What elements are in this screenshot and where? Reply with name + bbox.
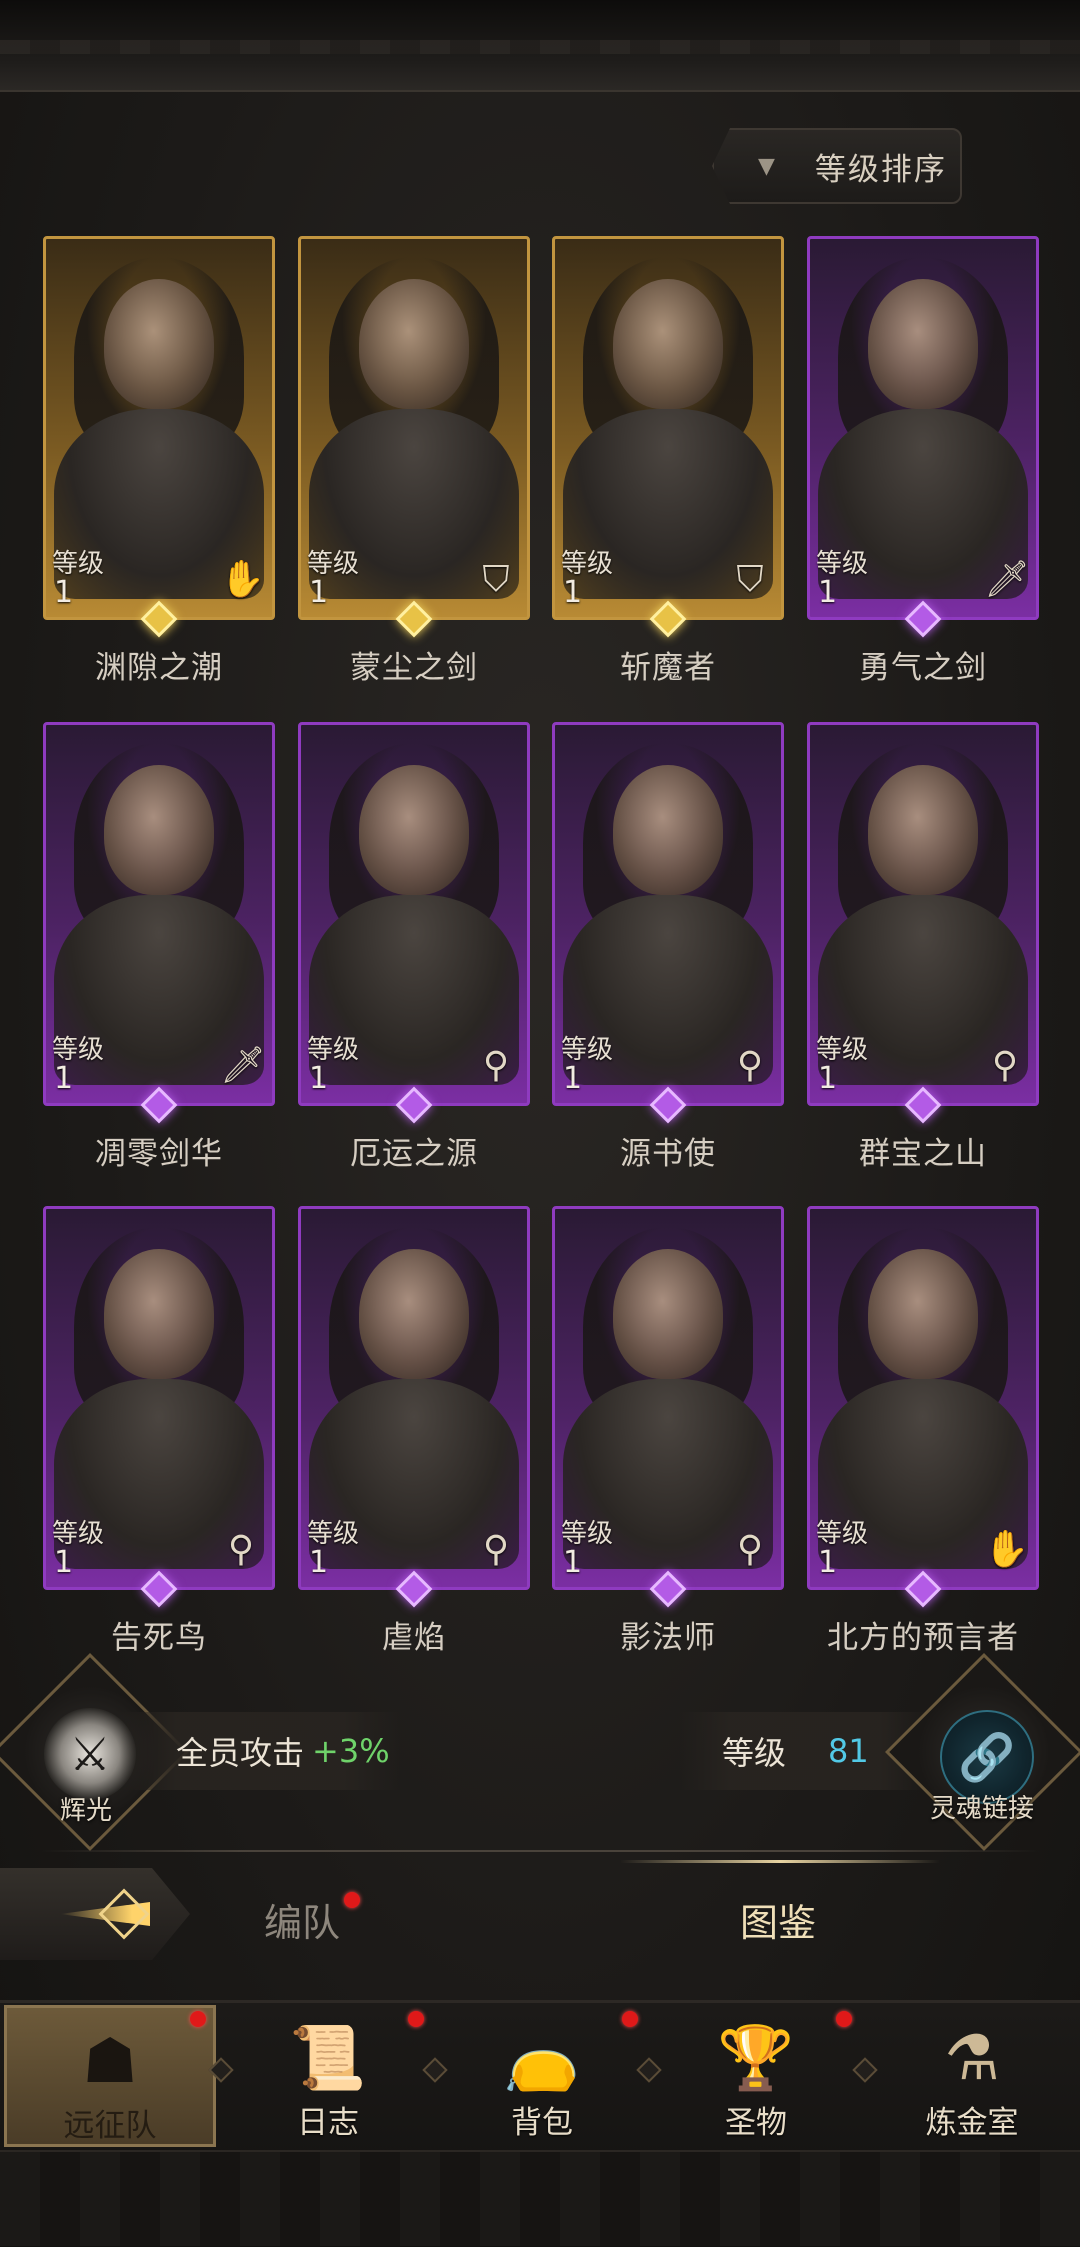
sword-icon: 🗡 xyxy=(220,1045,266,1086)
back-button[interactable] xyxy=(0,1868,190,1960)
soul-level-label: 等级 xyxy=(722,1734,787,1772)
nav-item[interactable]: 📜 日志 xyxy=(222,2005,434,2147)
bag-icon: 👝 xyxy=(503,2021,581,2094)
radiance-label: 辉光 xyxy=(60,1796,113,1826)
hero-name: 北方的预言者 xyxy=(827,1620,1019,1656)
hero-name: 影法师 xyxy=(620,1620,716,1656)
hero-card[interactable]: 等级 1 ⛉ xyxy=(552,236,784,620)
hero-grid: 等级 1 ✋ 渊隙之潮 等级 1 ⛉ 蒙尘之剑 等级 1 ⛉ 斩魔者 等级 1 🗡 勇气之剑 等级 1 🗡 凋零剑华等… xyxy=(0,0,1080,1700)
helmet-icon: ☗ xyxy=(82,2024,138,2097)
hero-level-value: 1 xyxy=(54,575,74,610)
alchemy-icon: ⚗ xyxy=(944,2021,1000,2094)
hero-level-value: 1 xyxy=(309,1061,329,1096)
hero-name: 厄运之源 xyxy=(350,1136,478,1172)
hero-level-value: 1 xyxy=(563,1061,583,1096)
nav-badge xyxy=(836,2011,852,2027)
hero-level-value: 1 xyxy=(54,1061,74,1096)
hero-level-value: 1 xyxy=(818,1545,838,1580)
soul-level-value: 81 xyxy=(828,1732,869,1770)
hero-card[interactable]: 等级 1 ⚲ xyxy=(298,1206,530,1590)
staff-icon: ⚲ xyxy=(482,1045,510,1086)
nav-label: 日志 xyxy=(297,2105,359,2141)
staff-icon: ⚲ xyxy=(482,1529,510,1570)
tab-formation[interactable]: 编队 xyxy=(264,1892,340,1947)
formation-badge xyxy=(344,1892,360,1908)
nav-item[interactable]: ☗ 远征队 xyxy=(4,2005,216,2147)
hero-level-value: 1 xyxy=(563,1545,583,1580)
bonus-text: 全员攻击 xyxy=(176,1734,305,1772)
nav-badge xyxy=(190,2011,206,2027)
active-tab-indicator xyxy=(620,1860,940,1863)
divider xyxy=(40,1850,1040,1852)
team-attack-bonus: 全员攻击 +3% xyxy=(120,1712,400,1790)
hero-name: 告死鸟 xyxy=(111,1620,207,1656)
staff-icon: ⚲ xyxy=(736,1045,764,1086)
nav-item[interactable]: 🏆 圣物 xyxy=(650,2005,862,2147)
hero-card[interactable]: 等级 1 ⚲ xyxy=(552,1206,784,1590)
sword-icon: 🗡 xyxy=(984,559,1030,600)
nav-item[interactable]: ⚗ 炼金室 xyxy=(866,2005,1078,2147)
hand-icon: ✋ xyxy=(984,1529,1029,1570)
tab-codex[interactable]: 图鉴 xyxy=(740,1892,816,1947)
hero-name: 凋零剑华 xyxy=(95,1136,223,1172)
staff-icon: ⚲ xyxy=(227,1529,255,1570)
bonus-value: +3% xyxy=(312,1732,390,1770)
hand-icon: ✋ xyxy=(220,559,265,600)
hero-level-value: 1 xyxy=(54,1545,74,1580)
hero-card[interactable]: 等级 1 ✋ xyxy=(807,1206,1039,1590)
nav-label: 炼金室 xyxy=(925,2105,1019,2141)
shield-icon: ⛉ xyxy=(482,559,510,600)
hero-card[interactable]: 等级 1 🗡 xyxy=(807,236,1039,620)
hero-card[interactable]: 等级 1 ⚲ xyxy=(43,1206,275,1590)
hero-card[interactable]: 等级 1 ✋ xyxy=(43,236,275,620)
hero-card[interactable]: 等级 1 🗡 xyxy=(43,722,275,1106)
diamond-icon xyxy=(98,1888,150,1940)
hero-level-value: 1 xyxy=(818,1061,838,1096)
hero-level-value: 1 xyxy=(309,575,329,610)
chalice-icon: 🏆 xyxy=(717,2021,795,2094)
hero-card[interactable]: 等级 1 ⚲ xyxy=(298,722,530,1106)
hero-name: 源书使 xyxy=(620,1136,716,1172)
hero-name: 蒙尘之剑 xyxy=(350,650,478,686)
staff-icon: ⚲ xyxy=(736,1529,764,1570)
hero-card[interactable]: 等级 1 ⚲ xyxy=(552,722,784,1106)
hero-card[interactable]: 等级 1 ⛉ xyxy=(298,236,530,620)
hero-name: 群宝之山 xyxy=(859,1136,987,1172)
nav-label: 远征队 xyxy=(63,2108,157,2144)
hero-name: 虐焰 xyxy=(382,1620,446,1656)
shield-icon: ⛉ xyxy=(736,559,764,600)
nav-label: 背包 xyxy=(511,2105,573,2141)
nav-item[interactable]: 👝 背包 xyxy=(436,2005,648,2147)
tab-bar: 编队 图鉴 xyxy=(0,1860,1080,1986)
nav-label: 圣物 xyxy=(725,2105,787,2141)
hero-level-value: 1 xyxy=(309,1545,329,1580)
hero-level-value: 1 xyxy=(563,575,583,610)
nav-footer xyxy=(0,2150,1080,2246)
hero-name: 斩魔者 xyxy=(620,650,716,686)
nav-badge xyxy=(408,2011,424,2027)
hero-name: 勇气之剑 xyxy=(859,650,987,686)
nav-badge xyxy=(622,2011,638,2027)
hero-card[interactable]: 等级 1 ⚲ xyxy=(807,722,1039,1106)
hero-level-value: 1 xyxy=(818,575,838,610)
staff-icon: ⚲ xyxy=(991,1045,1019,1086)
soul-link-label: 灵魂链接 xyxy=(930,1794,1035,1824)
scroll-icon: 📜 xyxy=(289,2021,367,2094)
hero-name: 渊隙之潮 xyxy=(95,650,223,686)
